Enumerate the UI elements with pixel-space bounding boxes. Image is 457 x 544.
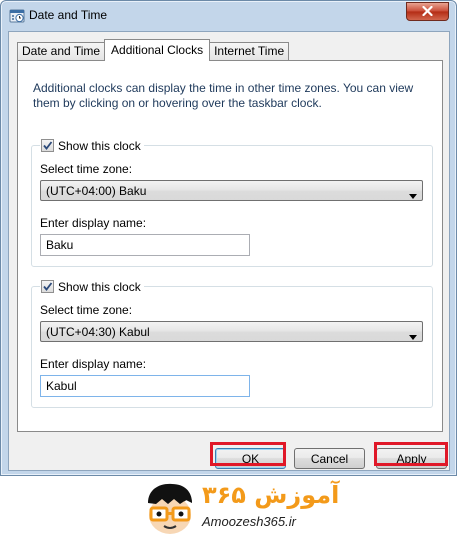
logo-url-text: Amoozesh365.ir <box>202 514 296 529</box>
window-title: Date and Time <box>29 8 108 22</box>
title-bar[interactable]: Date and Time <box>1 1 456 31</box>
clock1-display-name-label: Enter display name: <box>40 216 147 230</box>
tab-date-and-time[interactable]: Date and Time <box>17 42 106 61</box>
clock1-show-label: Show this clock <box>58 138 141 153</box>
clock1-group: Show this clock Select time zone: (UTC+0… <box>31 138 433 267</box>
additional-clocks-panel: Additional clocks can display the time i… <box>17 60 443 432</box>
clock2-timezone-select[interactable]: (UTC+04:30) Kabul <box>40 321 423 342</box>
clock2-display-name-field[interactable] <box>40 375 250 397</box>
date-time-dialog: Date and Time Date and Time Additional C… <box>0 0 457 476</box>
chevron-down-icon <box>409 188 417 202</box>
clock2-timezone-label: Select time zone: <box>40 303 133 317</box>
clock2-show-checkbox[interactable] <box>41 280 54 293</box>
clock2-group: Show this clock Select time zone: (UTC+0… <box>31 279 433 408</box>
intro-text: Additional clocks can display the time i… <box>33 81 414 110</box>
chevron-down-icon <box>409 329 417 343</box>
clock1-timezone-value: (UTC+04:00) Baku <box>46 183 147 198</box>
clock2-show-checkbox-row[interactable]: Show this clock <box>40 279 144 294</box>
logo-persian-text: آموزش ۳۶۵ <box>202 481 340 509</box>
clock1-show-checkbox-row[interactable]: Show this clock <box>40 138 144 153</box>
amoozesh365-logo: آموزش ۳۶۵ Amoozesh365.ir <box>142 481 352 541</box>
cancel-button[interactable]: Cancel <box>294 448 365 469</box>
checkmark-icon <box>43 141 53 150</box>
clock2-timezone-value: (UTC+04:30) Kabul <box>46 324 150 339</box>
clock1-timezone-label: Select time zone: <box>40 162 133 176</box>
checkmark-icon <box>43 282 53 291</box>
tab-internet-time[interactable]: Internet Time <box>209 42 290 61</box>
clock1-timezone-select[interactable]: (UTC+04:00) Baku <box>40 180 423 201</box>
clock1-show-checkbox[interactable] <box>41 139 54 152</box>
tab-strip: Date and Time Additional Clocks Internet… <box>17 39 290 61</box>
clock-app-icon <box>9 8 25 24</box>
clock2-display-name-label: Enter display name: <box>40 357 147 371</box>
close-icon <box>422 5 433 19</box>
dialog-client-area: Date and Time Additional Clocks Internet… <box>8 31 450 471</box>
ok-button[interactable]: OK <box>215 448 286 469</box>
apply-button[interactable]: Apply <box>376 448 447 469</box>
clock2-show-label: Show this clock <box>58 279 141 294</box>
clock1-display-name-field[interactable] <box>40 234 250 256</box>
tab-additional-clocks[interactable]: Additional Clocks <box>104 39 211 61</box>
cartoon-face-logo-icon <box>148 483 192 534</box>
close-button[interactable] <box>406 2 449 21</box>
